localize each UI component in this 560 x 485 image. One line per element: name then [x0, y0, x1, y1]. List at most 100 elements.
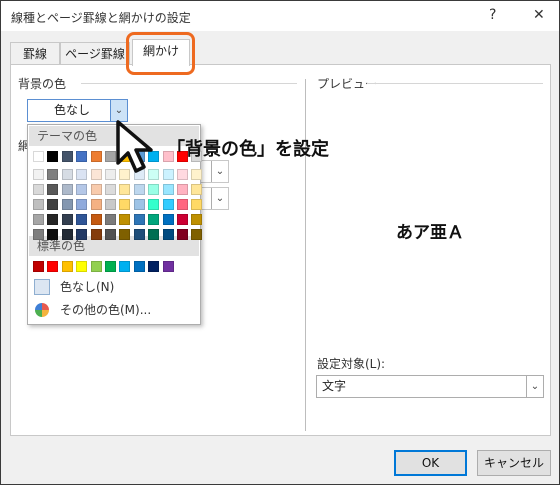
theme-shade-swatch[interactable] — [90, 184, 102, 195]
background-color-combo[interactable]: 色なし ⌄ — [27, 99, 128, 122]
theme-shade-swatch[interactable] — [119, 229, 131, 240]
dialog-window: 線種とページ罫線と網かけの設定 ? ✕ 罫線 ページ罫線 網かけ 背景の色 色な… — [0, 0, 560, 485]
theme-shade-swatch[interactable] — [61, 229, 73, 240]
cancel-button[interactable]: キャンセル — [477, 450, 551, 476]
theme-shade-swatch[interactable] — [148, 184, 160, 195]
theme-shade-swatch[interactable] — [133, 214, 145, 225]
theme-shade-swatch[interactable] — [162, 169, 174, 180]
theme-shade-swatch[interactable] — [33, 184, 44, 195]
theme-shade-swatch[interactable] — [191, 214, 203, 225]
standard-color-swatch[interactable] — [61, 261, 73, 272]
theme-shade-swatch[interactable] — [61, 199, 73, 210]
theme-color-swatch[interactable] — [90, 151, 102, 162]
theme-shade-swatch[interactable] — [119, 184, 131, 195]
theme-shade-swatch[interactable] — [191, 229, 203, 240]
theme-shade-swatch[interactable] — [105, 199, 116, 210]
tab-shading[interactable]: 網かけ — [132, 39, 190, 66]
chevron-down-icon[interactable]: ⌄ — [526, 376, 543, 397]
ok-button[interactable]: OK — [394, 450, 467, 476]
theme-shade-swatch[interactable] — [133, 184, 145, 195]
theme-shade-swatch[interactable] — [47, 229, 59, 240]
tab-borders-label: 罫線 — [22, 47, 47, 61]
theme-shade-swatch[interactable] — [162, 229, 174, 240]
standard-color-swatch[interactable] — [148, 261, 160, 272]
theme-shade-swatch[interactable] — [148, 214, 160, 225]
tab-page-border-label: ページ罫線 — [65, 47, 125, 61]
theme-color-swatch[interactable] — [47, 151, 59, 162]
theme-shade-swatch[interactable] — [119, 199, 131, 210]
no-color-label: 色なし(N) — [60, 280, 115, 294]
theme-shade-swatch[interactable] — [33, 214, 44, 225]
theme-shade-swatch[interactable] — [33, 229, 44, 240]
standard-color-swatch[interactable] — [133, 261, 145, 272]
theme-shade-swatch[interactable] — [133, 229, 145, 240]
tab-borders[interactable]: 罫線 — [10, 42, 60, 65]
no-color-swatch-icon — [34, 279, 50, 295]
theme-shade-swatch[interactable] — [90, 169, 102, 180]
theme-shade-swatch[interactable] — [47, 199, 59, 210]
theme-shade-swatch[interactable] — [191, 199, 203, 210]
theme-shade-swatch[interactable] — [177, 184, 188, 195]
tab-shading-label: 網かけ — [142, 44, 179, 58]
standard-color-swatch[interactable] — [105, 261, 116, 272]
theme-shade-swatch[interactable] — [162, 184, 174, 195]
more-colors-item[interactable]: その他の色(M)... — [29, 299, 199, 321]
theme-shade-swatch[interactable] — [76, 169, 88, 180]
help-button[interactable]: ? — [489, 7, 496, 23]
theme-color-swatch[interactable] — [33, 151, 44, 162]
theme-shade-swatch[interactable] — [119, 214, 131, 225]
no-color-item[interactable]: 色なし(N) — [29, 276, 199, 298]
theme-shade-swatch[interactable] — [133, 199, 145, 210]
theme-color-swatch[interactable] — [61, 151, 73, 162]
theme-shade-swatch[interactable] — [76, 184, 88, 195]
theme-shade-swatch[interactable] — [177, 229, 188, 240]
theme-shade-swatch[interactable] — [105, 214, 116, 225]
theme-shade-swatch[interactable] — [162, 214, 174, 225]
theme-shade-swatch[interactable] — [191, 169, 203, 180]
theme-shade-swatch[interactable] — [177, 199, 188, 210]
theme-shade-swatch[interactable] — [61, 169, 73, 180]
preview-sample-text: あア亜Ａ — [396, 223, 464, 243]
theme-shade-swatch[interactable] — [76, 214, 88, 225]
standard-color-swatch[interactable] — [33, 261, 44, 272]
theme-shade-swatch[interactable] — [105, 229, 116, 240]
theme-shade-swatch[interactable] — [105, 184, 116, 195]
theme-shade-swatch[interactable] — [148, 199, 160, 210]
theme-color-swatch[interactable] — [76, 151, 88, 162]
title-bar: 線種とページ罫線と網かけの設定 ? ✕ — [1, 1, 559, 31]
theme-shade-swatch[interactable] — [191, 184, 203, 195]
standard-color-swatch[interactable] — [162, 261, 174, 272]
theme-shade-swatch[interactable] — [33, 199, 44, 210]
standard-color-swatch[interactable] — [47, 261, 59, 272]
chevron-down-icon[interactable]: ⌄ — [211, 188, 228, 209]
theme-shade-swatch[interactable] — [61, 184, 73, 195]
apply-to-combo[interactable]: 文字 ⌄ — [316, 375, 544, 398]
theme-shade-swatch[interactable] — [90, 199, 102, 210]
chevron-down-icon[interactable]: ⌄ — [110, 100, 127, 121]
theme-shade-swatch[interactable] — [177, 169, 188, 180]
color-wheel-icon — [35, 303, 49, 317]
background-color-value: 色なし — [54, 103, 91, 117]
theme-shade-swatch[interactable] — [177, 214, 188, 225]
standard-color-swatch[interactable] — [90, 261, 102, 272]
theme-shade-swatch[interactable] — [90, 229, 102, 240]
theme-shade-swatch[interactable] — [162, 199, 174, 210]
standard-color-swatch[interactable] — [119, 261, 131, 272]
chevron-down-icon[interactable]: ⌄ — [211, 161, 228, 182]
theme-shade-swatch[interactable] — [61, 214, 73, 225]
theme-shade-swatch[interactable] — [76, 229, 88, 240]
theme-shade-swatch[interactable] — [47, 214, 59, 225]
standard-color-swatch[interactable] — [76, 261, 88, 272]
theme-shade-swatch[interactable] — [33, 169, 44, 180]
theme-shade-swatch[interactable] — [76, 199, 88, 210]
tab-page-border[interactable]: ページ罫線 — [60, 42, 130, 65]
group-divider — [81, 83, 297, 84]
theme-shade-swatch[interactable] — [148, 229, 160, 240]
theme-shade-swatch[interactable] — [90, 214, 102, 225]
theme-shade-swatch[interactable] — [47, 169, 59, 180]
close-button[interactable]: ✕ — [533, 7, 545, 23]
theme-shade-swatch[interactable] — [47, 184, 59, 195]
window-title: 線種とページ罫線と網かけの設定 — [11, 11, 191, 25]
apply-to-value: 文字 — [322, 379, 347, 393]
vertical-separator — [305, 79, 306, 431]
